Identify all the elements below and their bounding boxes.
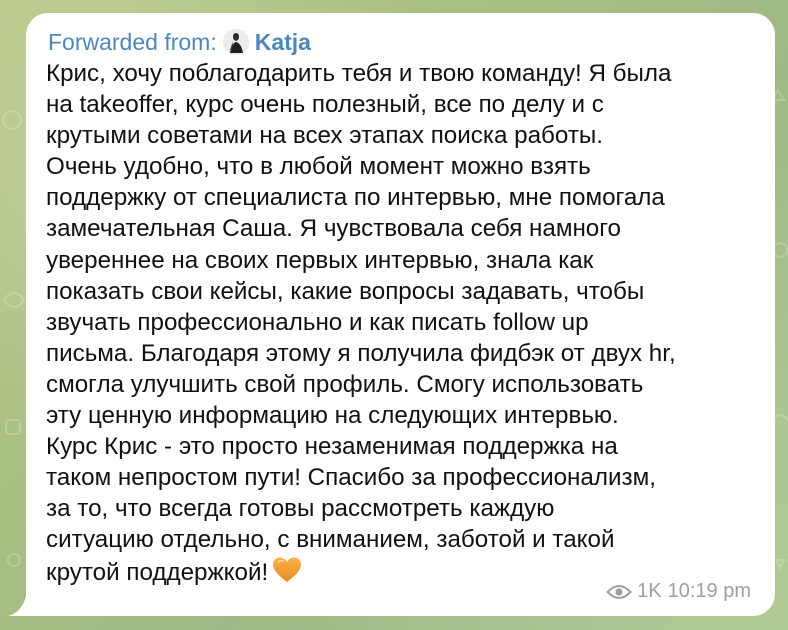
forwarded-header[interactable]: Forwarded from: Katja <box>48 27 311 57</box>
message-line: крутыми советами на всех этапах поиска р… <box>46 122 604 150</box>
message-line: за то, что всегда готовы рассмотреть каж… <box>46 495 555 523</box>
views-eye-icon <box>606 584 633 599</box>
message-bubble[interactable]: Forwarded from: Katja Крис, хочу поблаго… <box>8 13 775 616</box>
message-line: письма. Благодаря этому я получила фидбэ… <box>46 339 676 367</box>
message-line: Курс Крис - это просто незаменимая подде… <box>46 433 618 461</box>
message-line: замечательная Саша. Я чувствовала себя н… <box>46 215 622 243</box>
message-line: эту ценную информацию на следующих интер… <box>46 402 619 430</box>
message-line: показать свои кейсы, какие вопросы задав… <box>46 277 645 305</box>
message-line: звучать профессионально и как писать fol… <box>46 308 589 336</box>
message-line: Очень удобно, что в любой момент можно в… <box>46 153 591 181</box>
message-line: на takeoffer, курс очень полезный, все п… <box>46 91 604 119</box>
message-meta: 1K 10:19 pm <box>606 580 751 603</box>
forwarded-name[interactable]: Katja <box>255 29 311 56</box>
message-line: крутой поддержкой! <box>46 558 269 586</box>
message-line: ситуацию отдельно, с вниманием, заботой … <box>46 526 615 554</box>
avatar-icon <box>222 29 249 55</box>
message-line: смогла улучшить свой профиль. Смогу испо… <box>46 370 644 398</box>
bubble-tail <box>8 586 48 616</box>
message-time: 10:19 pm <box>667 580 751 602</box>
views-count: 1K <box>637 580 662 602</box>
forwarded-label: Forwarded from: <box>48 28 217 55</box>
forwarded-avatar[interactable] <box>222 29 249 55</box>
message-line: таком непростом пути! Спасибо за професс… <box>46 464 656 492</box>
message-line: Крис, хочу поблагодарить тебя и твою ком… <box>46 60 672 87</box>
message-line: увереннее на своих первых интервью, знал… <box>46 246 594 274</box>
message-text: Крис, хочу поблагодарить тебя и твою ком… <box>46 58 761 588</box>
orange-heart-icon <box>273 557 302 582</box>
message-line: поддержку от специалиста по интервью, мн… <box>46 184 665 212</box>
